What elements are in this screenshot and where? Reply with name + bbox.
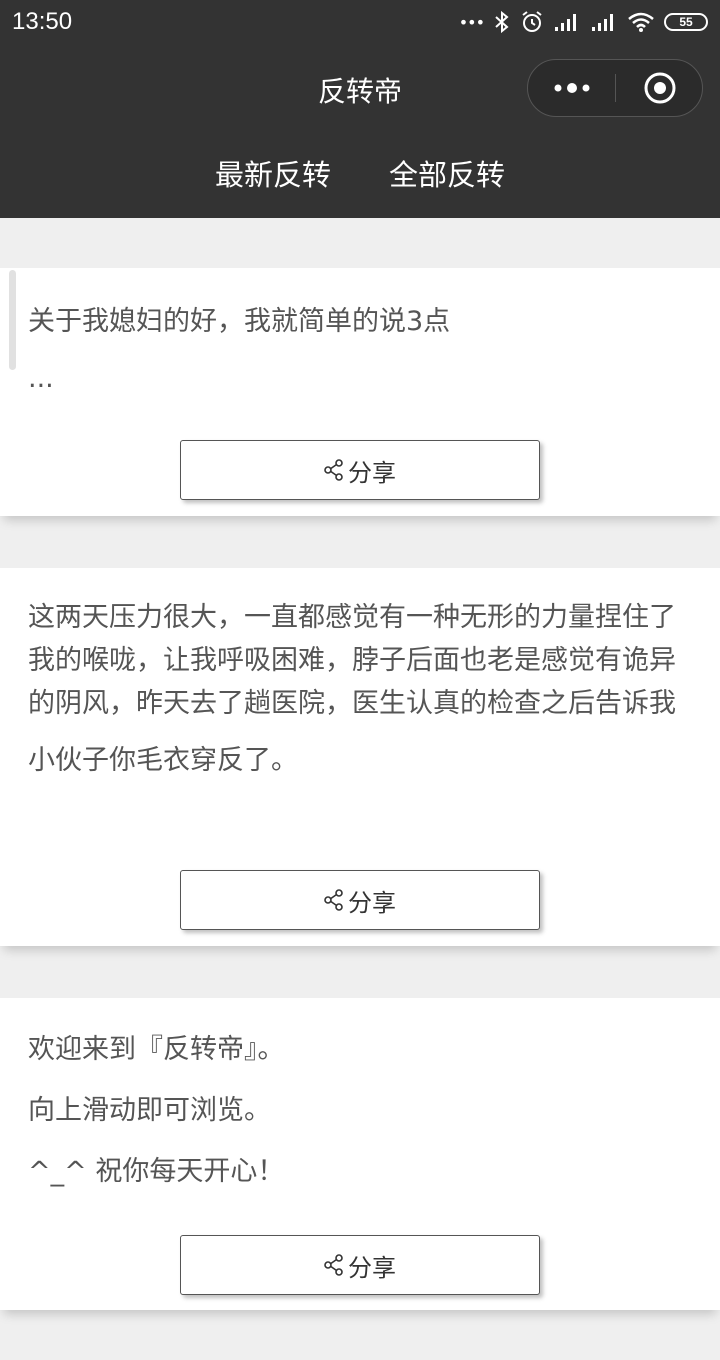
- share-icon: [324, 459, 343, 481]
- target-close-icon: [644, 72, 675, 104]
- share-icon: [324, 889, 343, 911]
- share-button[interactable]: 分享: [180, 440, 540, 500]
- share-label: 分享: [348, 1253, 396, 1282]
- post-card: 关于我媳妇的好，我就简单的说3点 ... 分享: [0, 268, 720, 516]
- share-button[interactable]: 分享: [180, 870, 540, 930]
- close-button[interactable]: [616, 60, 703, 116]
- share-button[interactable]: 分享: [180, 1235, 540, 1295]
- post-paragraph: 向上滑动即可浏览。: [28, 1095, 271, 1126]
- wifi-icon: [628, 12, 654, 32]
- post-paragraph: ^_^ 祝你每天开心！: [28, 1156, 285, 1187]
- app-header: 13:50 ••• 55 反转帝 最新反转 全部反转: [0, 0, 720, 218]
- tab-latest[interactable]: 最新反转: [215, 152, 331, 194]
- scrollbar[interactable]: [9, 270, 16, 370]
- more-dots-icon: •••: [458, 12, 485, 32]
- post-paragraph: 小伙子你毛衣穿反了。: [28, 745, 298, 776]
- more-button[interactable]: [528, 60, 615, 116]
- tab-bar: 最新反转 全部反转: [0, 152, 720, 194]
- post-paragraph: ...: [28, 363, 54, 394]
- signal-icon-1: [555, 14, 576, 31]
- status-bar: 13:50 ••• 55: [0, 0, 720, 44]
- bluetooth-icon: [495, 10, 509, 34]
- post-paragraph: 关于我媳妇的好，我就简单的说3点: [28, 306, 451, 337]
- more-dots-icon: [554, 83, 589, 93]
- alarm-icon: [522, 11, 542, 32]
- post-content: 关于我媳妇的好，我就简单的说3点 ...: [28, 300, 692, 400]
- signal-icon-2: [592, 14, 613, 31]
- tab-all[interactable]: 全部反转: [389, 152, 505, 194]
- post-content: 这两天压力很大，一直都感觉有一种无形的力量捏住了我的喉咙，让我呼吸困难，脖子后面…: [28, 596, 692, 782]
- status-icons: ••• 55: [459, 9, 708, 35]
- share-label: 分享: [348, 458, 396, 487]
- battery-icon: 55: [664, 13, 708, 31]
- share-label: 分享: [348, 888, 396, 917]
- post-paragraph: 欢迎来到『反转帝』。: [28, 1034, 285, 1065]
- status-time: 13:50: [12, 8, 73, 35]
- post-card: 欢迎来到『反转帝』。 向上滑动即可浏览。 ^_^ 祝你每天开心！ 分享: [0, 998, 720, 1310]
- post-content: 欢迎来到『反转帝』。 向上滑动即可浏览。 ^_^ 祝你每天开心！: [28, 1028, 692, 1193]
- mini-program-capsule: [527, 59, 703, 117]
- share-icon: [324, 1254, 343, 1276]
- post-card: 这两天压力很大，一直都感觉有一种无形的力量捏住了我的喉咙，让我呼吸困难，脖子后面…: [0, 568, 720, 946]
- post-paragraph: 这两天压力很大，一直都感觉有一种无形的力量捏住了我的喉咙，让我呼吸困难，脖子后面…: [28, 602, 676, 719]
